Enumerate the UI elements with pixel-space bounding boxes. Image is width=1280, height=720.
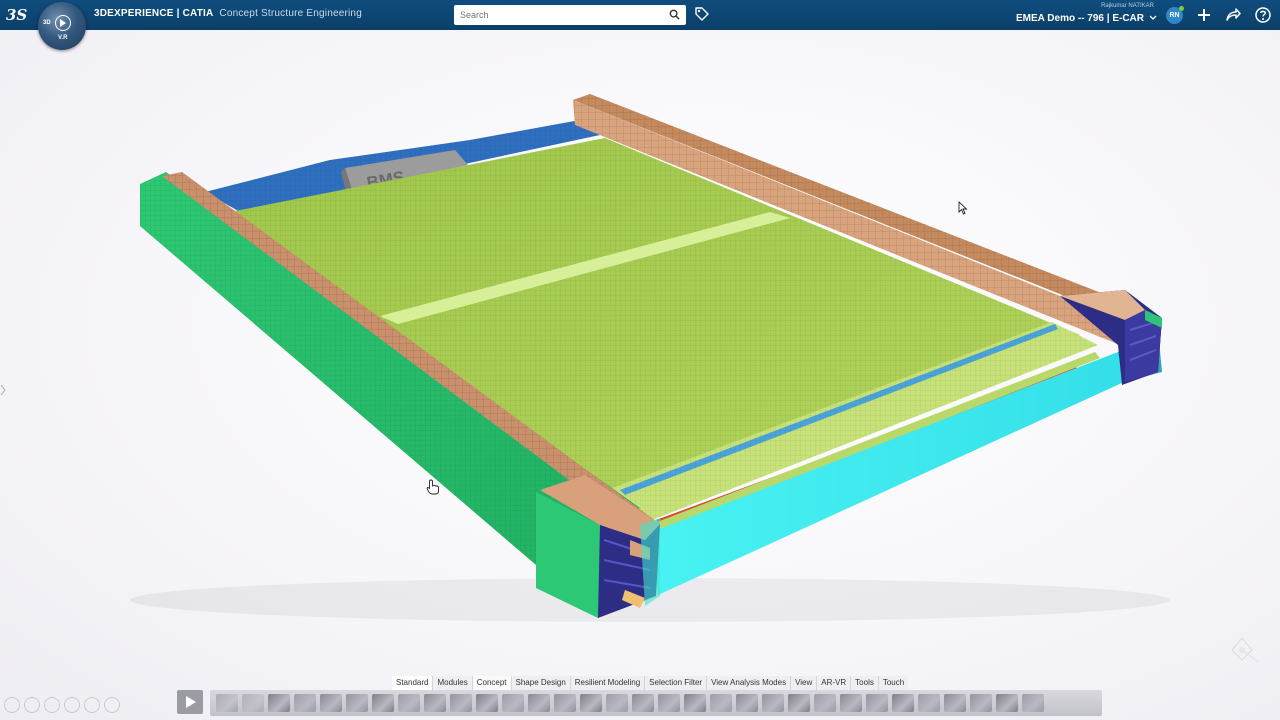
dassault-logo-icon[interactable]: 3S (6, 4, 32, 26)
line-icon[interactable] (294, 694, 316, 712)
panel-toggle-icon[interactable] (0, 384, 6, 396)
curve-icon[interactable] (372, 694, 394, 712)
plane-icon[interactable] (320, 694, 342, 712)
avatar-initials: RN (1169, 12, 1180, 19)
surface-icon[interactable] (450, 694, 472, 712)
update-icon[interactable] (892, 694, 914, 712)
fill-icon[interactable] (476, 694, 498, 712)
tab-selection-filter[interactable]: Selection Filter (645, 676, 708, 690)
split-icon[interactable] (580, 694, 602, 712)
arrow-down-icon[interactable] (944, 694, 966, 712)
app-name-label: Concept Structure Engineering (219, 8, 362, 19)
search-icon[interactable] (669, 9, 680, 20)
undo-icon[interactable] (216, 694, 238, 712)
redo-icon[interactable] (242, 694, 264, 712)
compass-bottom-label: V.R (58, 35, 68, 41)
app-title: 3DEXPERIENCE | CATIA Concept Structure E… (94, 8, 362, 19)
tab-tools[interactable]: Tools (851, 676, 879, 690)
box-icon[interactable] (632, 694, 654, 712)
action-bar (210, 690, 1102, 716)
trim-icon[interactable] (606, 694, 628, 712)
minus-icon[interactable] (104, 697, 120, 713)
add-icon[interactable] (1195, 6, 1213, 24)
tab-ar-vr[interactable]: AR-VR (817, 676, 852, 690)
tab-modules[interactable]: Modules (433, 676, 473, 690)
orientation-triad-icon[interactable] (1212, 628, 1262, 668)
tab-standard[interactable]: Standard (392, 676, 434, 690)
compass-icon[interactable] (866, 694, 888, 712)
help-icon[interactable] (1254, 6, 1272, 24)
chevron-down-icon (1149, 15, 1157, 20)
tab-touch[interactable]: Touch (879, 676, 908, 690)
tab-concept[interactable]: Concept (472, 676, 512, 690)
compass-left-label: 3D (43, 20, 51, 26)
hand-cursor-icon (426, 479, 439, 495)
avatar[interactable]: RN (1166, 6, 1184, 24)
copy-icon[interactable] (64, 697, 80, 713)
play-icon[interactable] (55, 15, 71, 31)
user-name: Rajkumar NATIKAR (1101, 3, 1154, 9)
zoom-icon[interactable] (84, 697, 100, 713)
section-icon[interactable] (814, 694, 836, 712)
pencil-icon[interactable] (44, 697, 60, 713)
search-box[interactable] (454, 5, 686, 25)
action-bar-section-tabs: Standard Modules Concept Shape Design Re… (392, 676, 909, 690)
tab-resilient-modeling[interactable]: Resilient Modeling (571, 676, 646, 690)
play-button[interactable] (177, 690, 203, 714)
cylinder-icon[interactable] (658, 694, 680, 712)
measure-icon[interactable] (840, 694, 862, 712)
export-icon[interactable] (918, 694, 940, 712)
tag-icon[interactable] (694, 6, 710, 22)
mesh-icon[interactable] (736, 694, 758, 712)
tenant-selector[interactable]: EMEA Demo -- 796 | E-CAR (1016, 13, 1157, 24)
point-icon[interactable] (268, 694, 290, 712)
panel-icon[interactable] (710, 694, 732, 712)
tab-shape-design[interactable]: Shape Design (512, 676, 571, 690)
brand-label: 3DEXPERIENCE | CATIA (94, 8, 214, 19)
view-tools-group (4, 697, 120, 713)
top-bar: 3S 3D V.R 3DEXPERIENCE | CATIA Concept S… (0, 0, 1280, 50)
compass-widget[interactable]: 3D V.R (38, 2, 86, 50)
battery-tray-model[interactable]: BMS (0, 30, 1280, 670)
spline-icon[interactable] (398, 694, 420, 712)
tab-view-analysis-modes[interactable]: View Analysis Modes (707, 676, 792, 690)
forward-icon[interactable] (24, 697, 40, 713)
image-icon[interactable] (1022, 694, 1044, 712)
back-icon[interactable] (4, 697, 20, 713)
extrude-icon[interactable] (424, 694, 446, 712)
online-status-icon (1179, 6, 1184, 11)
shell-icon[interactable] (788, 694, 810, 712)
beam-icon[interactable] (684, 694, 706, 712)
offset-icon[interactable] (528, 694, 550, 712)
tab-view[interactable]: View (791, 676, 818, 690)
3d-viewport[interactable]: BMS (0, 30, 1280, 670)
sketch-icon[interactable] (346, 694, 368, 712)
tenant-label: EMEA Demo -- 796 | E-CAR (1016, 13, 1145, 24)
share-icon[interactable] (1224, 6, 1242, 24)
settings-icon[interactable] (996, 694, 1018, 712)
search-input[interactable] (454, 5, 660, 25)
join-icon[interactable] (554, 694, 576, 712)
sweep-icon[interactable] (502, 694, 524, 712)
mouse-pointer-icon (958, 201, 968, 215)
arrow-down-icon[interactable] (970, 694, 992, 712)
cut-icon[interactable] (762, 694, 784, 712)
